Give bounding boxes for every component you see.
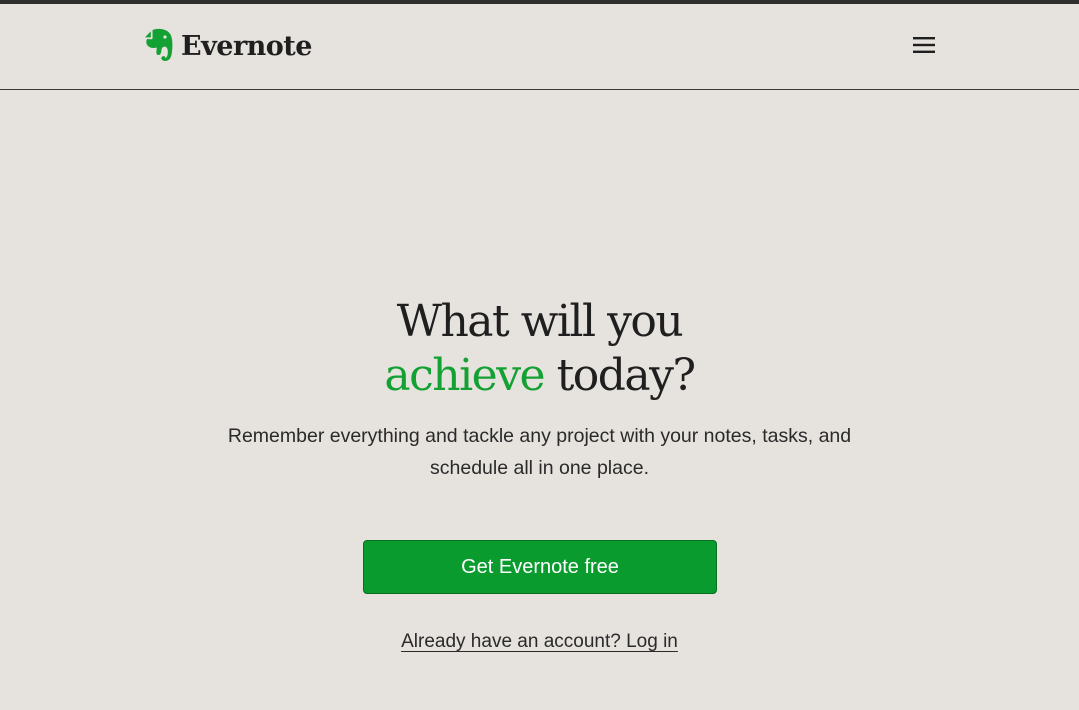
get-evernote-free-button[interactable]: Get Evernote free: [363, 540, 717, 594]
hero-headline: What will you achieve today?: [0, 295, 1079, 403]
site-header: Evernote: [0, 4, 1079, 90]
brand-name: Evernote: [181, 30, 312, 62]
login-prompt: Already have an account? Log in: [0, 631, 1079, 653]
hero-subtext: Remember everything and tackle any proje…: [227, 425, 852, 479]
hamburger-menu-icon: [913, 37, 935, 53]
elephant-logo-icon: [143, 28, 175, 64]
hamburger-menu-button[interactable]: [908, 30, 940, 60]
hero-section: What will you achieve today? Remember ev…: [0, 295, 1079, 484]
evernote-logo-link[interactable]: Evernote: [143, 26, 312, 66]
headline-accent-word: achieve: [384, 350, 545, 401]
login-link[interactable]: Already have an account? Log in: [401, 631, 678, 652]
headline-line-1: What will you: [396, 296, 684, 347]
headline-rest: today?: [544, 350, 697, 401]
